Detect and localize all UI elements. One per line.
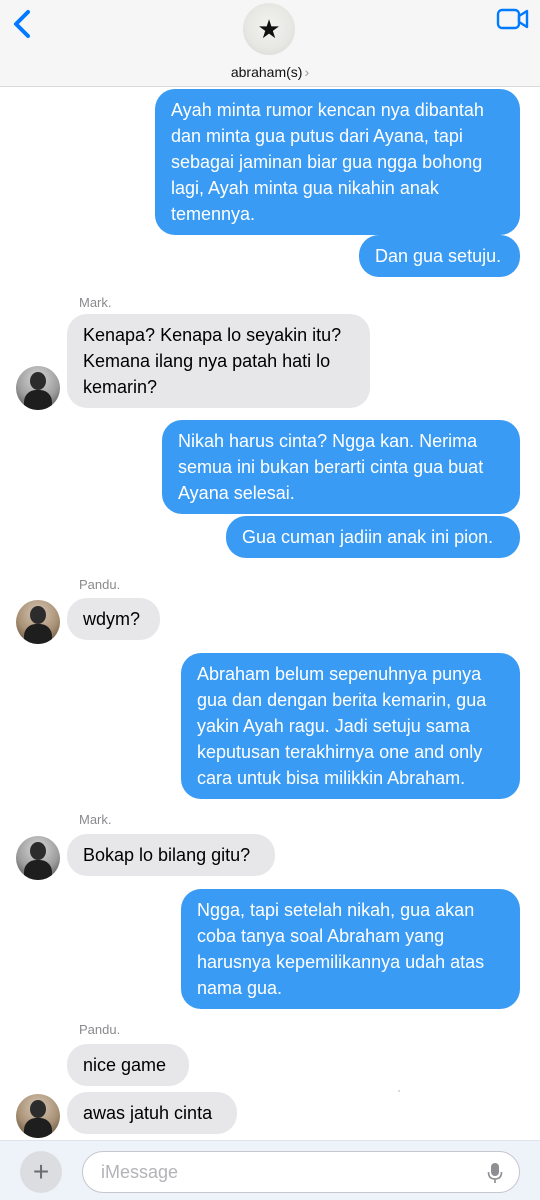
- sender-name: Pandu.: [79, 577, 121, 592]
- conversation-header: ★ abraham(s) ›: [0, 0, 540, 87]
- microphone-icon[interactable]: [487, 1162, 503, 1184]
- sender-name: Mark.: [79, 812, 112, 827]
- add-attachment-button[interactable]: +: [20, 1151, 62, 1193]
- message-bubble-outgoing[interactable]: Nikah harus cinta? Ngga kan. Nerima semu…: [162, 420, 520, 514]
- message-bubble-incoming[interactable]: Bokap lo bilang gitu?: [67, 834, 275, 876]
- message-bubble-outgoing[interactable]: Dan gua setuju.: [359, 235, 520, 277]
- contact-name-button[interactable]: abraham(s) ›: [0, 64, 540, 80]
- message-bubble-incoming[interactable]: nice game: [67, 1044, 189, 1086]
- sender-name: Mark.: [79, 295, 112, 310]
- avatar-mark[interactable]: [16, 366, 60, 410]
- compose-bar: +: [0, 1140, 540, 1200]
- video-camera-icon[interactable]: [496, 6, 530, 32]
- message-bubble-outgoing[interactable]: Gua cuman jadiin anak ini pion.: [226, 516, 520, 558]
- chevron-left-icon[interactable]: [8, 4, 38, 44]
- star-icon: ★: [257, 14, 281, 44]
- chevron-right-icon: ›: [304, 64, 310, 80]
- divider-dot: [398, 1090, 400, 1092]
- avatar-pandu[interactable]: [16, 1094, 60, 1138]
- message-bubble-outgoing[interactable]: Ngga, tapi setelah nikah, gua akan coba …: [181, 889, 520, 1009]
- avatar-pandu[interactable]: [16, 600, 60, 644]
- sender-name: Pandu.: [79, 1022, 121, 1037]
- avatar-mark[interactable]: [16, 836, 60, 880]
- message-bubble-incoming[interactable]: Kenapa? Kenapa lo seyakin itu? Kemana il…: [67, 314, 370, 408]
- message-bubble-outgoing[interactable]: Abraham belum sepenuhnya punya gua dan d…: [181, 653, 520, 799]
- message-input[interactable]: [101, 1152, 471, 1192]
- message-bubble-outgoing[interactable]: Ayah minta rumor kencan nya dibantah dan…: [155, 89, 520, 235]
- contact-name: abraham(s): [230, 64, 303, 80]
- contact-avatar[interactable]: ★: [243, 3, 295, 55]
- message-bubble-incoming[interactable]: awas jatuh cinta: [67, 1092, 237, 1134]
- message-field[interactable]: [82, 1151, 520, 1193]
- plus-icon: +: [32, 1156, 50, 1187]
- message-bubble-incoming[interactable]: wdym?: [67, 598, 160, 640]
